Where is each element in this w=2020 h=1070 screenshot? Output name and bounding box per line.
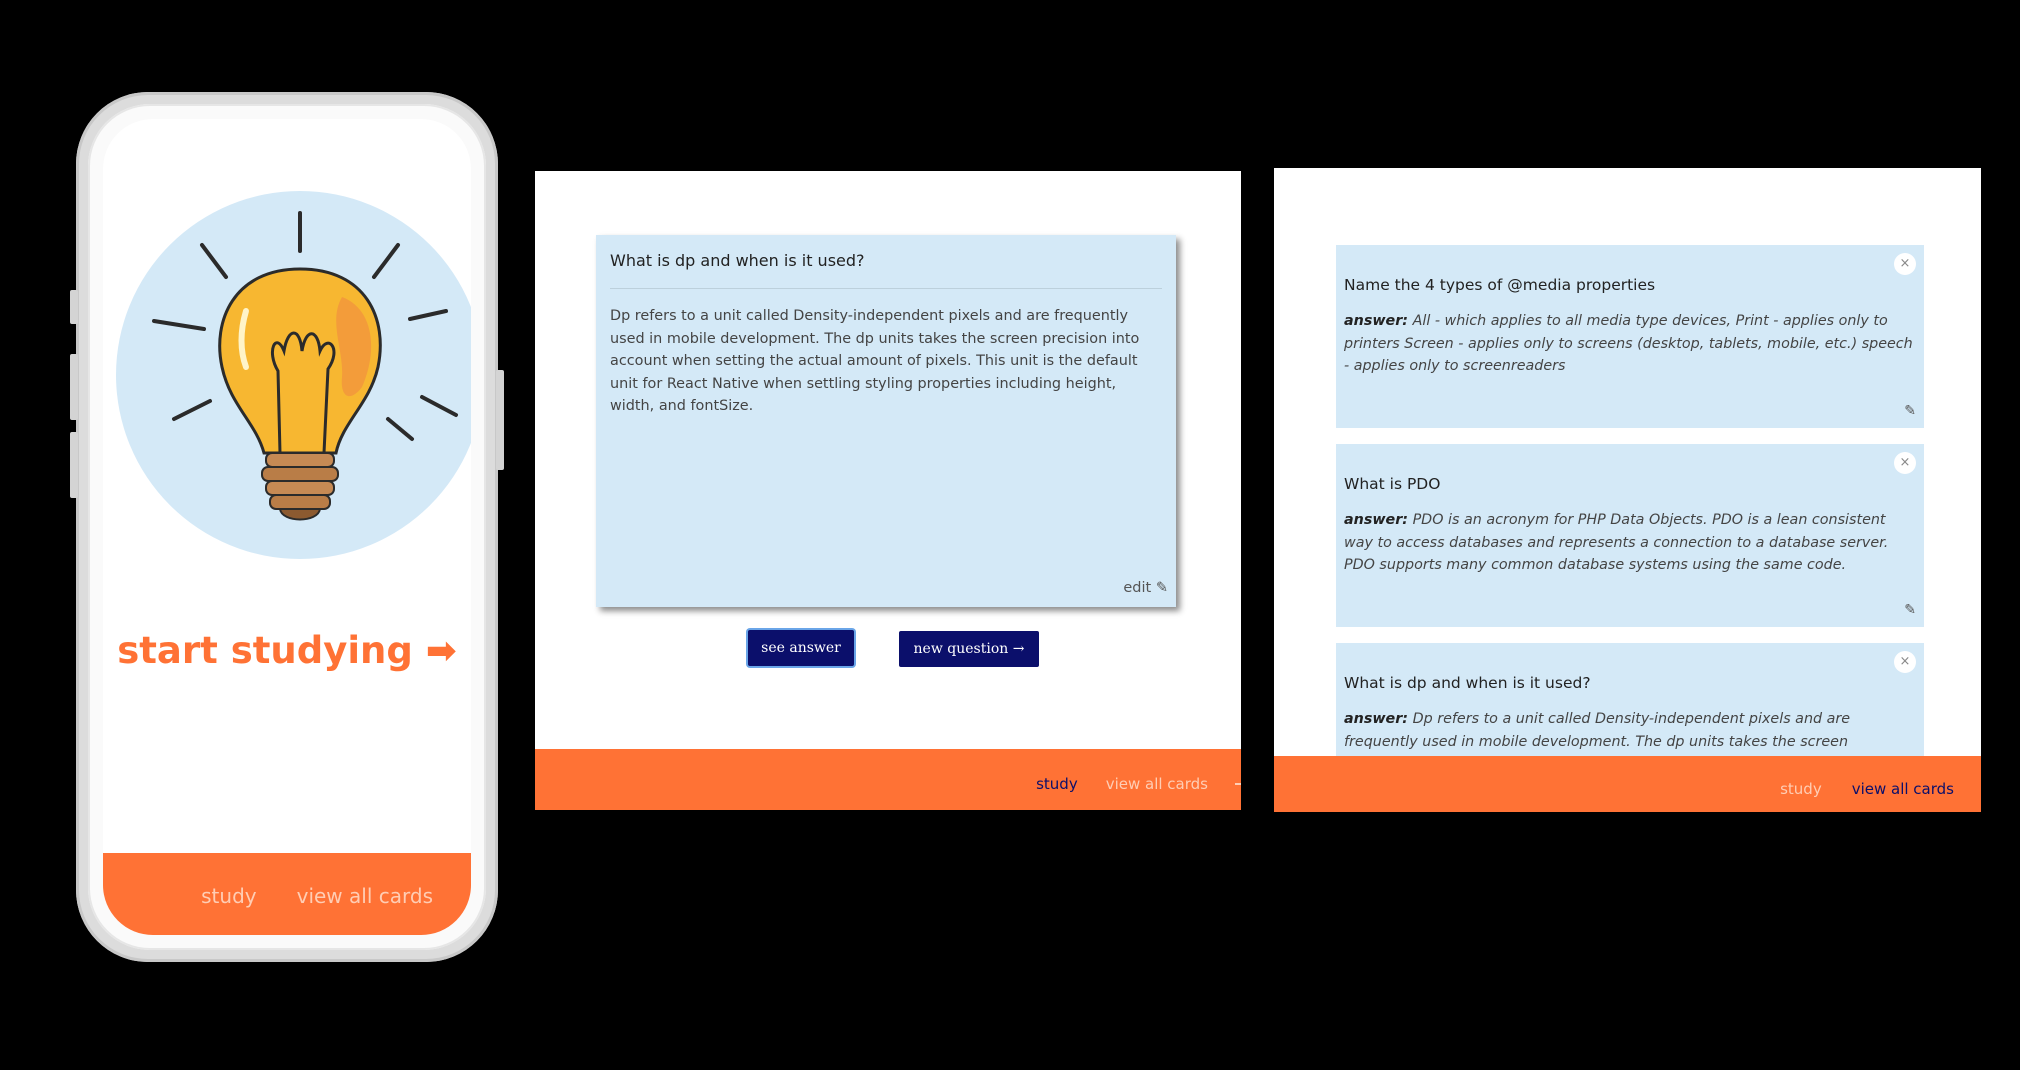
study-nav-bar: study view all cards	[535, 749, 1241, 810]
lightbulb-illustration	[116, 191, 471, 559]
list-item: × What is PDO answer: PDO is an acronym …	[1336, 444, 1924, 627]
phone-bezel: start studying ➡ study view all cards	[88, 104, 486, 950]
new-question-button[interactable]: new question →	[899, 631, 1039, 667]
phone-mockup: start studying ➡ study view all cards	[70, 92, 504, 962]
answer-label: answer:	[1344, 512, 1409, 528]
clipped-nav-indicator	[1235, 783, 1241, 785]
edit-card-button[interactable]: edit ✎	[1123, 580, 1168, 596]
card-answer-text: PDO is an acronym for PHP Data Objects. …	[1344, 512, 1889, 573]
card-answer: answer: Dp refers to a unit called Densi…	[1344, 708, 1916, 753]
phone-nav-bar: study view all cards	[103, 853, 471, 935]
card-question: What is dp and when is it used?	[1344, 674, 1591, 692]
lightbulb-icon	[152, 211, 458, 521]
flashcard-question: What is dp and when is it used?	[610, 251, 1162, 289]
flashcard-answer: Dp refers to a unit called Density-indep…	[610, 308, 1140, 414]
see-answer-button[interactable]: see answer	[748, 630, 854, 666]
edit-pencil-icon[interactable]: ✎	[1904, 602, 1916, 618]
card-question: What is PDO	[1344, 475, 1441, 493]
card-answer-text: All - which applies to all media type de…	[1344, 313, 1913, 374]
answer-label: answer:	[1344, 711, 1409, 727]
flashcard: What is dp and when is it used? Dp refer…	[596, 235, 1176, 607]
all-cards-nav-bar: study view all cards	[1274, 756, 1981, 812]
study-view-screen: What is dp and when is it used? Dp refer…	[535, 171, 1241, 810]
phone-screen: start studying ➡ study view all cards	[103, 119, 471, 935]
card-answer: answer: All - which applies to all media…	[1344, 310, 1916, 378]
card-answer: answer: PDO is an acronym for PHP Data O…	[1344, 509, 1916, 577]
phone-volume-up-button	[70, 354, 78, 420]
nav-study-link[interactable]: study	[201, 884, 256, 908]
nav-study-link[interactable]: study	[1036, 775, 1078, 793]
phone-side-button	[70, 290, 78, 324]
delete-card-icon[interactable]: ×	[1894, 253, 1916, 275]
phone-power-button	[496, 370, 504, 470]
edit-pencil-icon[interactable]: ✎	[1904, 403, 1916, 419]
phone-volume-down-button	[70, 432, 78, 498]
answer-label: answer:	[1344, 313, 1409, 329]
nav-view-all-cards-link[interactable]: view all cards	[1106, 775, 1208, 793]
nav-study-link[interactable]: study	[1780, 780, 1822, 798]
cards-list: × Name the 4 types of @media properties …	[1336, 245, 1924, 812]
all-cards-screen: × Name the 4 types of @media properties …	[1274, 168, 1981, 812]
card-question: Name the 4 types of @media properties	[1344, 276, 1656, 294]
nav-view-all-cards-link[interactable]: view all cards	[1852, 780, 1954, 798]
delete-card-icon[interactable]: ×	[1894, 452, 1916, 474]
delete-card-icon[interactable]: ×	[1894, 651, 1916, 673]
nav-view-all-cards-link[interactable]: view all cards	[297, 884, 433, 908]
list-item: × Name the 4 types of @media properties …	[1336, 245, 1924, 428]
start-studying-button[interactable]: start studying ➡	[103, 629, 471, 672]
card-answer-text: Dp refers to a unit called Density-indep…	[1344, 711, 1851, 750]
